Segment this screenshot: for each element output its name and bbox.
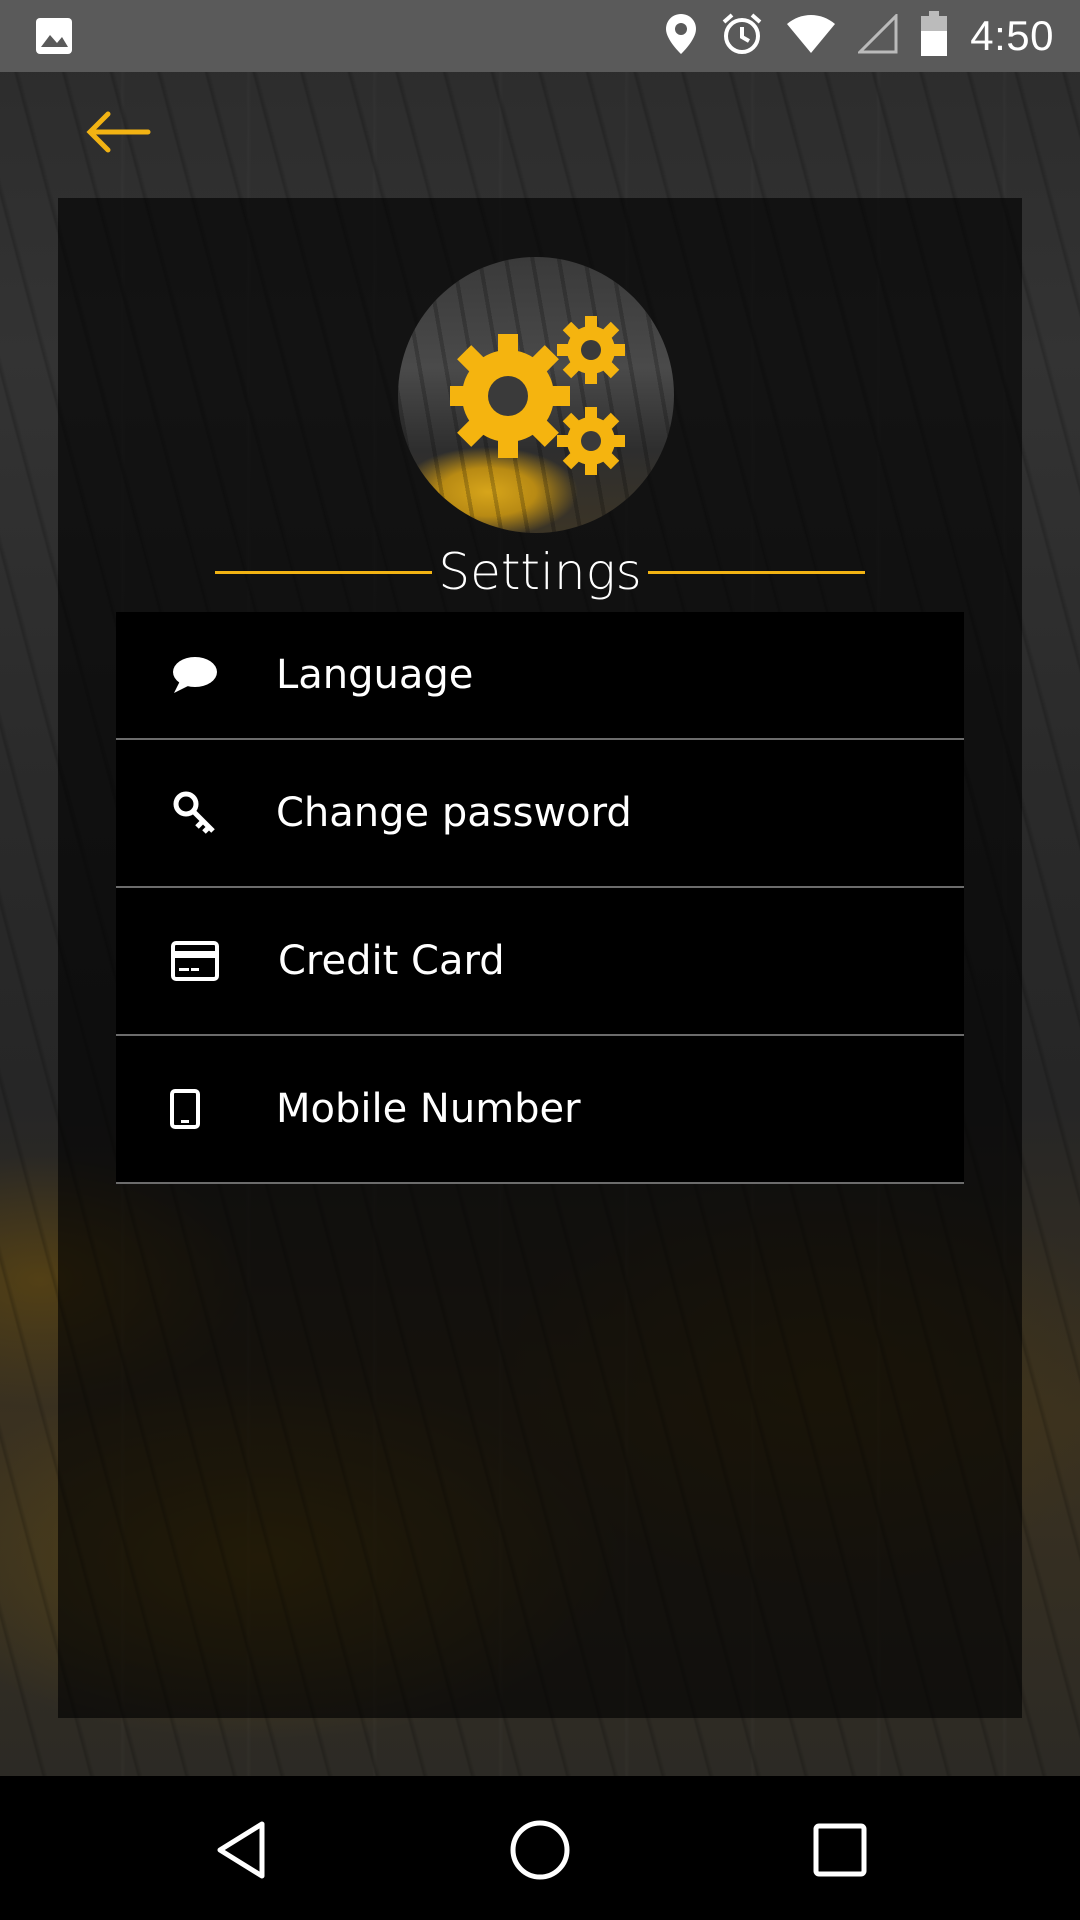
- title-divider-left: [215, 570, 433, 574]
- settings-item-label: Credit Card: [278, 938, 505, 984]
- settings-item-credit-card[interactable]: Credit Card: [116, 888, 964, 1036]
- back-triangle-icon: [217, 1821, 265, 1879]
- phone-icon: [160, 1084, 210, 1134]
- nav-home-button[interactable]: [508, 1818, 572, 1882]
- settings-item-label: Language: [276, 652, 474, 698]
- location-icon: [664, 12, 698, 61]
- recents-square-icon: [813, 1823, 867, 1877]
- key-icon: [170, 788, 220, 838]
- settings-item-label: Change password: [276, 790, 632, 836]
- arrow-left-icon: [86, 111, 151, 153]
- back-button[interactable]: [82, 108, 154, 156]
- gears-icon: [450, 316, 625, 475]
- nav-back-button[interactable]: [212, 1818, 276, 1882]
- signal-icon: [856, 11, 898, 59]
- wifi-icon: [786, 14, 836, 59]
- settings-list: Language Change password Credit Card Mob…: [116, 612, 964, 1184]
- status-time: 4:50: [970, 12, 1054, 59]
- nav-recents-button[interactable]: [808, 1818, 872, 1882]
- settings-item-label: Mobile Number: [276, 1086, 581, 1132]
- page-title: Settings: [438, 543, 642, 601]
- settings-item-mobile-number[interactable]: Mobile Number: [116, 1036, 964, 1184]
- status-bar: 4:50: [0, 0, 1080, 72]
- credit-card-icon: [170, 936, 220, 986]
- image-icon: [34, 16, 74, 56]
- system-nav-bar: [0, 1776, 1080, 1920]
- settings-header: Settings: [215, 540, 866, 604]
- settings-item-change-password[interactable]: Change password: [116, 740, 964, 888]
- battery-icon: [920, 10, 948, 62]
- home-circle-icon: [510, 1820, 570, 1880]
- title-divider-right: [647, 570, 866, 574]
- alarm-icon: [720, 12, 764, 61]
- chat-bubble-icon: [170, 650, 220, 700]
- settings-item-language[interactable]: Language: [116, 612, 964, 740]
